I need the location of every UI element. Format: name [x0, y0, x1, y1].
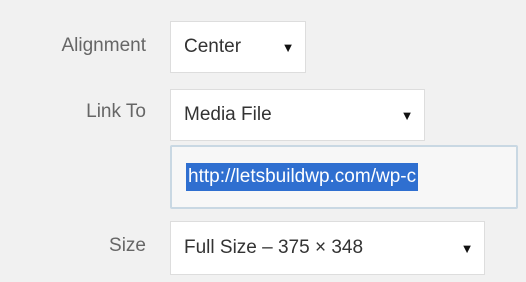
link-url-selected-text: http://letsbuildwp.com/wp-c — [186, 163, 419, 191]
size-label: Size — [109, 235, 146, 256]
link-url-input[interactable]: http://letsbuildwp.com/wp-c — [170, 145, 518, 209]
triangle-down-icon: ▼ — [281, 39, 295, 55]
link-to-value: Media File — [184, 104, 272, 125]
link-to-label: Link To — [86, 101, 146, 122]
alignment-label: Alignment — [61, 35, 147, 56]
triangle-down-icon: ▼ — [460, 240, 474, 256]
size-select[interactable]: Full Size – 375 × 348 ▼ — [170, 221, 485, 275]
triangle-down-icon: ▼ — [400, 107, 414, 123]
link-to-select[interactable]: Media File ▼ — [170, 89, 425, 141]
size-value: Full Size – 375 × 348 — [184, 237, 364, 258]
alignment-value: Center — [184, 36, 242, 57]
alignment-select[interactable]: Center ▼ — [170, 21, 306, 73]
